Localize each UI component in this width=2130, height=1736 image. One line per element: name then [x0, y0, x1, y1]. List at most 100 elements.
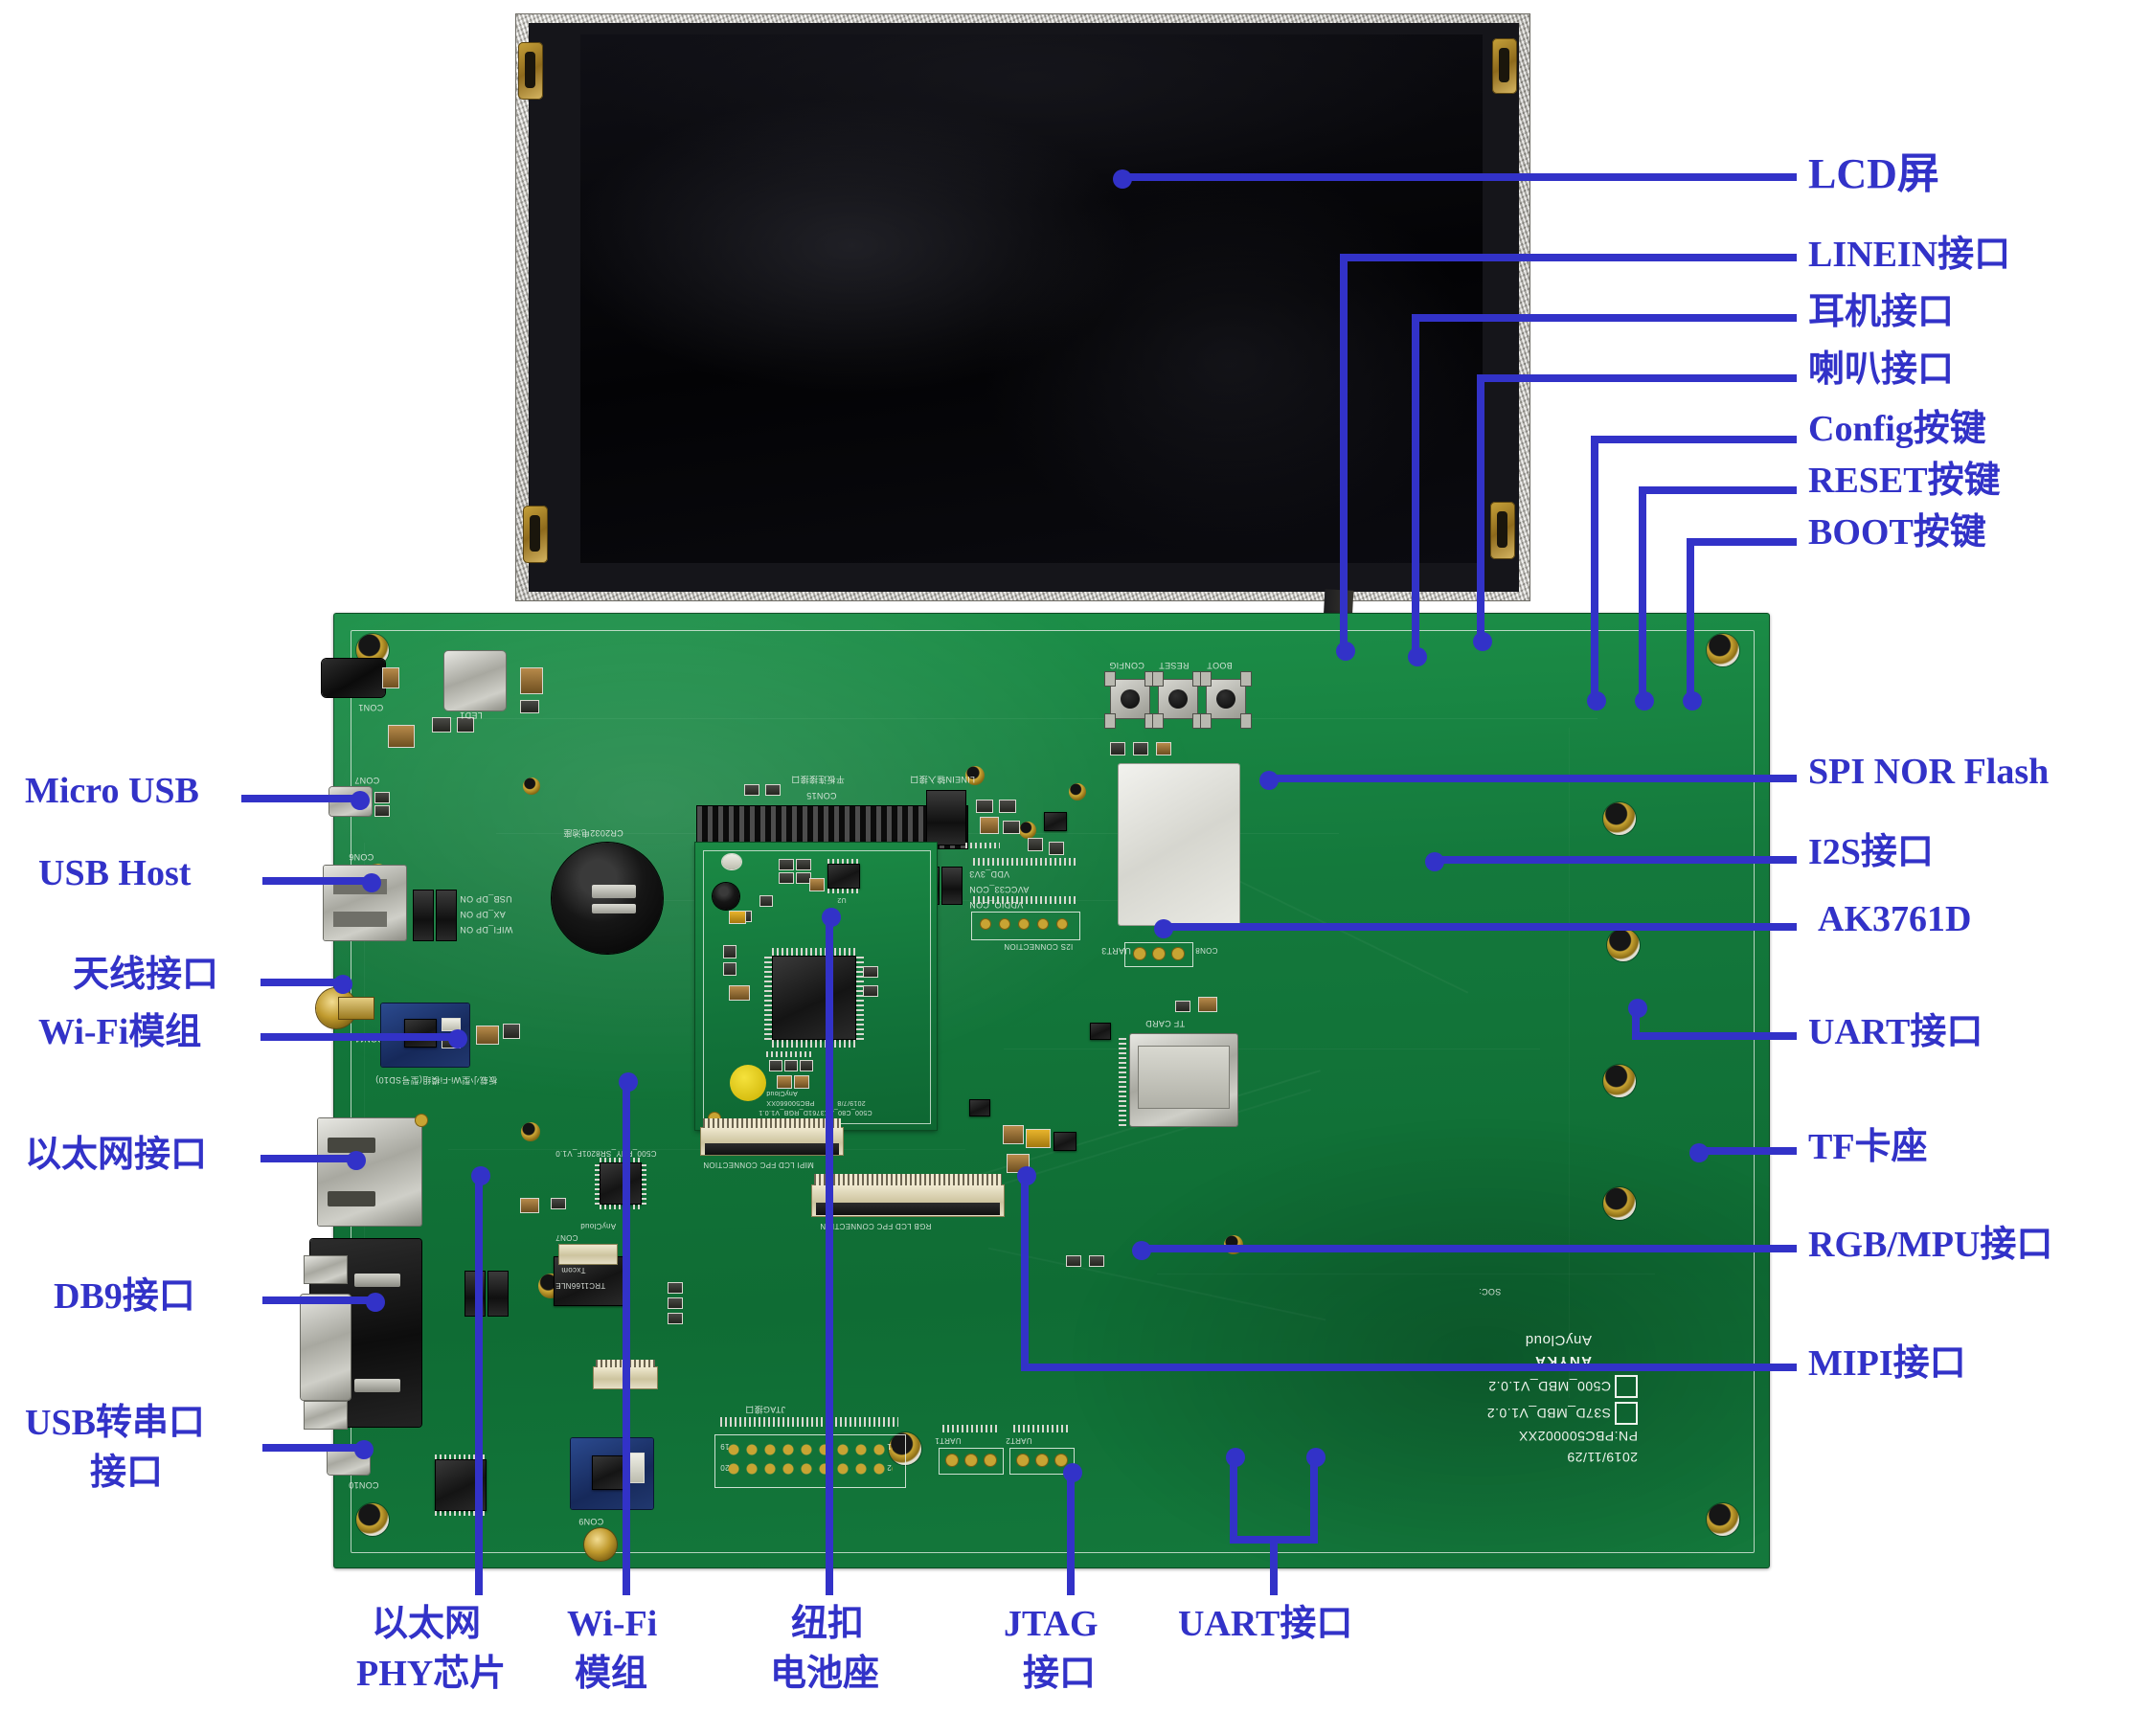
- label-ethernet: 以太网接口: [25, 1135, 208, 1175]
- jumper-block[interactable]: [414, 891, 433, 940]
- mounting-hole-bottom-left: [356, 1503, 389, 1536]
- linein-jack[interactable]: [927, 791, 965, 845]
- lcd-mount-hole-top-right: [1499, 48, 1509, 82]
- silk-uart1: UART1: [935, 1436, 962, 1445]
- leader-line-boot-horizontal: [1687, 538, 1797, 546]
- label-wifi-bottom-1: Wi-Fi: [567, 1604, 658, 1644]
- label-wifi-left: Wi-Fi模组: [38, 1012, 202, 1052]
- label-config-key: Config按键: [1808, 409, 1986, 449]
- mounting-hole-right-upper: [1603, 802, 1636, 835]
- silk-tf-card: TF CARD: [1145, 1019, 1186, 1028]
- leader-line-reset-horizontal: [1639, 486, 1797, 494]
- silk-jtag: JTAG接口: [745, 1405, 786, 1414]
- ethernet-phy-chip: [600, 1162, 642, 1205]
- leader-line-config-horizontal: [1591, 436, 1797, 443]
- usb-serial-bridge-chip: [435, 1459, 487, 1511]
- mounting-hole-bottom-right: [1707, 1503, 1739, 1536]
- som-module: U2 PBC500660XX 2019/7/8 C500_C80_AK3761D…: [695, 843, 937, 1130]
- lcd-screen[interactable]: [580, 34, 1483, 563]
- label-uart-right: UART接口: [1808, 1012, 1983, 1052]
- lcd-mount-hole-bottom-left: [530, 515, 540, 552]
- boot-button[interactable]: [1207, 680, 1245, 718]
- audio-amp-chip: [1044, 812, 1067, 831]
- figure-canvas: CON1 LED1 CON7 CON6 USB_DP ON AX_DP ON W…: [0, 0, 2130, 1736]
- shielded-module: [1119, 764, 1239, 925]
- board-silkscreen-block: 2019/11/29 PN:PBC500002XX S37D_MBD_V1.0.…: [1396, 1302, 1645, 1465]
- silk-key-config: CONFIG: [1109, 661, 1144, 670]
- silk-anyka: ANYKA: [1533, 1353, 1592, 1369]
- silk-coin-note: CR2032电池座: [563, 828, 623, 838]
- label-wifi-bottom-2: 模组: [575, 1654, 648, 1694]
- silk-uart3: UART3: [1101, 946, 1131, 956]
- label-i2s: I2S接口: [1808, 832, 1934, 872]
- silk-txcom-pn: TRC1166NLE: [555, 1281, 606, 1290]
- silk-linein: LINEIN输入接口: [910, 775, 976, 784]
- label-rgb-mpu: RGB/MPU接口: [1808, 1225, 2053, 1265]
- label-lcd-screen: LCD屏: [1808, 150, 1939, 197]
- dc-power-jack[interactable]: [322, 659, 385, 697]
- lcd-mount-hole-bottom-right: [1497, 511, 1507, 548]
- som-marker-dot: [730, 1065, 766, 1101]
- label-eth-phy-2: PHY芯片: [356, 1654, 507, 1694]
- mounting-hole-right-bottom: [1603, 1187, 1636, 1220]
- leader-line-antenna: [261, 979, 343, 986]
- mounting-hole-top-right: [1707, 634, 1739, 666]
- label-reset-key: RESET按键: [1808, 461, 2001, 501]
- label-speaker: 喇叭接口: [1808, 349, 1955, 390]
- aux-fpc-connector[interactable]: [594, 1367, 657, 1388]
- silk-uart2: UART2: [1006, 1436, 1032, 1445]
- silk-checkbox-s37d: [1615, 1402, 1638, 1425]
- silk-anycloud-phy: AnyCloud: [580, 1222, 617, 1230]
- silk-part-number: PN:PBC500002XX: [1518, 1429, 1638, 1444]
- usb-host-connector[interactable]: [324, 866, 406, 940]
- silk-rgb-fpc: RGB LCD FPC CONNECTION: [820, 1222, 932, 1230]
- label-jtag-1: JTAG: [1004, 1604, 1099, 1644]
- ethernet-rj45-connector[interactable]: [318, 1118, 421, 1226]
- silk-conn-label: 平板连接接口: [791, 775, 845, 784]
- config-button[interactable]: [1111, 680, 1149, 718]
- silk-jumper-wifi: WIFI_DP ON: [460, 925, 513, 935]
- label-tf-card: TF卡座: [1808, 1127, 1928, 1167]
- silk-key-reset: RESET: [1159, 661, 1190, 670]
- label-mipi: MIPI接口: [1808, 1343, 1966, 1384]
- silk-jumper-usb: USB_DP ON: [460, 894, 512, 904]
- coin-cell-holder: [552, 843, 663, 954]
- label-eth-phy-1: 以太网: [372, 1604, 482, 1644]
- silk-som-date: 2019/7/8: [837, 1099, 866, 1106]
- main-pcb: CON1 LED1 CON7 CON6 USB_DP ON AX_DP ON W…: [301, 613, 1770, 1568]
- label-ak3761d: AK3761D: [1818, 899, 1972, 939]
- i2s-header-pins[interactable]: [973, 896, 1076, 904]
- label-jtag-2: 接口: [1023, 1654, 1097, 1694]
- con7-fpc-connector[interactable]: [559, 1245, 617, 1264]
- wifi-antenna-connector[interactable]: [584, 1528, 617, 1561]
- label-micro-usb: Micro USB: [25, 771, 199, 811]
- lcd-mount-hole-top-left: [525, 52, 535, 88]
- usb-to-serial-connector[interactable]: [328, 1446, 370, 1475]
- silk-som-brand: AnyCloud: [766, 1090, 798, 1096]
- silk-con15: CON15: [806, 791, 837, 800]
- silk-anycloud: AnyCloud: [1525, 1332, 1592, 1348]
- label-usb-serial-1: USB转串口: [25, 1403, 205, 1443]
- silk-wifi-note: 板载小型Wi-Fi模组(型号SD10): [375, 1075, 498, 1085]
- label-antenna: 天线接口: [73, 955, 219, 995]
- reset-button[interactable]: [1159, 680, 1197, 718]
- label-coin-cell-2: 电池座: [770, 1654, 880, 1694]
- mounting-hole-right-mid: [1607, 929, 1640, 961]
- silk-eth-phy-note: C500_PHY_SR8201F_V1.0: [555, 1149, 657, 1158]
- silk-board-rev-s37d: S37D_MBD_V1.0.2: [1486, 1406, 1611, 1421]
- label-usb-host: USB Host: [38, 853, 192, 893]
- label-coin-cell-1: 纽扣: [791, 1604, 865, 1644]
- label-uart-bottom: UART接口: [1178, 1604, 1353, 1644]
- silk-som-pn: PBC500660XX: [766, 1099, 815, 1106]
- silk-board-rev-c500: C500_MBD_V1.0.2: [1487, 1379, 1611, 1394]
- micro-usb-connector[interactable]: [329, 787, 372, 816]
- power-regulator: [444, 651, 506, 710]
- label-boot-key: BOOT按键: [1808, 512, 1986, 552]
- label-usb-serial-2: 接口: [90, 1453, 164, 1493]
- mounting-hole-right-lower: [1603, 1065, 1636, 1097]
- label-spi-nor-flash: SPI NOR Flash: [1808, 752, 2050, 792]
- spi-nor-flash-chip: [827, 864, 860, 889]
- label-db9: DB9接口: [54, 1276, 195, 1317]
- silk-date: 2019/11/29: [1566, 1450, 1638, 1465]
- silk-som-model: C500_C80_AK3761D_RGB_V1.0.1: [759, 1109, 872, 1116]
